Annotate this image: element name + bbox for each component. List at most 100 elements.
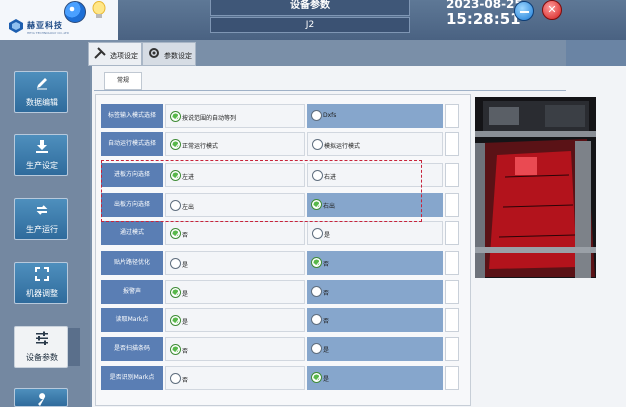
row-end-cap: [445, 251, 459, 275]
logo-subtext: HEYA TECHNOLOGY CO.,LTD: [27, 31, 69, 35]
option-a[interactable]: 否: [165, 221, 305, 245]
option-b[interactable]: 是: [307, 366, 443, 390]
sidebar-item-device-params[interactable]: 设备参数: [14, 326, 68, 368]
sidebar-item-label: 生产运行: [26, 225, 58, 234]
radio-checked-icon[interactable]: [170, 287, 181, 298]
option-label: 是: [324, 232, 331, 239]
option-a[interactable]: 按说范围的自动等列: [165, 104, 305, 128]
radio-unchecked-icon[interactable]: [312, 139, 323, 150]
download-icon: [36, 140, 48, 153]
gear-icon: [149, 48, 159, 58]
subtab-general[interactable]: 常规: [104, 72, 142, 90]
tab-option-settings[interactable]: 选项设定: [88, 42, 142, 66]
option-label: 否: [182, 377, 189, 384]
setting-label: 报警声: [101, 280, 163, 304]
option-label: 是: [182, 291, 189, 298]
camera-preview: [475, 97, 596, 278]
machine-photo: [475, 97, 596, 278]
highlight-frame: [101, 160, 422, 222]
pencil-icon: [37, 78, 47, 90]
option-label: 模拟运行模式: [324, 143, 361, 150]
row-end-cap: [445, 308, 459, 332]
row-end-cap: [445, 163, 459, 187]
radio-unchecked-icon[interactable]: [312, 228, 323, 239]
globe-icon[interactable]: [64, 1, 86, 23]
option-a[interactable]: 是: [165, 251, 305, 275]
setting-label: 通过模式: [101, 221, 163, 245]
time-display: 15:28:51: [446, 10, 521, 28]
option-label: 按说范围的自动等列: [182, 115, 237, 122]
sidebar-item-machine-adjust[interactable]: 机器调整: [14, 262, 68, 304]
sidebar-item-data-edit[interactable]: 数据编辑: [14, 71, 68, 113]
option-label: 否: [323, 290, 330, 297]
option-b[interactable]: 是: [307, 337, 443, 361]
subtab-divider: [94, 90, 566, 91]
bulb-icon[interactable]: [92, 1, 106, 21]
option-label: 否: [323, 318, 330, 325]
sidebar-item-label: 生产设定: [26, 161, 58, 170]
sidebar-item-maintenance[interactable]: [14, 388, 68, 407]
tab-label: 参数设定: [164, 52, 192, 60]
radio-unchecked-icon[interactable]: [170, 258, 181, 269]
sidebar-item-label: 机器调整: [26, 289, 58, 298]
close-button[interactable]: ✕: [542, 0, 562, 20]
option-label: 否: [182, 348, 189, 355]
radio-checked-icon[interactable]: [311, 372, 322, 383]
setting-label: 是否识别Mark点: [101, 366, 163, 390]
sidebar-item-production-run[interactable]: 生产运行: [14, 198, 68, 240]
radio-checked-icon[interactable]: [170, 139, 181, 150]
radio-unchecked-icon[interactable]: [311, 314, 322, 325]
row-end-cap: [445, 280, 459, 304]
row-end-cap: [445, 193, 459, 217]
setting-label: 贴片路径优化: [101, 251, 163, 275]
minimize-button[interactable]: [514, 1, 534, 21]
radio-checked-icon[interactable]: [170, 111, 181, 122]
sidebar-item-label: 数据编辑: [26, 98, 58, 107]
sidebar-item-label: 设备参数: [26, 353, 58, 362]
setting-label: 读取Mark点: [101, 308, 163, 332]
option-label: 正常运行模式: [182, 143, 219, 150]
row-end-cap: [445, 337, 459, 361]
radio-unchecked-icon[interactable]: [311, 286, 322, 297]
header-edge-strip: [566, 40, 626, 66]
wrench-icon: [38, 393, 46, 406]
option-b[interactable]: Dxfs: [307, 104, 443, 128]
option-b[interactable]: 是: [307, 221, 443, 245]
option-a[interactable]: 是: [165, 308, 305, 332]
tab-parameter-settings[interactable]: 参数设定: [142, 42, 196, 66]
row-end-cap: [445, 104, 459, 128]
setting-label: 自动运行模式选择: [101, 132, 163, 156]
option-b[interactable]: 否: [307, 308, 443, 332]
option-label: 是: [323, 376, 330, 383]
radio-checked-icon[interactable]: [170, 228, 181, 239]
radio-checked-icon[interactable]: [170, 344, 181, 355]
option-label: 是: [182, 319, 189, 326]
option-label: 是: [323, 347, 330, 354]
option-a[interactable]: 否: [165, 366, 305, 390]
sliders-icon: [36, 331, 48, 345]
row-end-cap: [445, 366, 459, 390]
radio-checked-icon[interactable]: [311, 257, 322, 268]
option-label: Dxfs: [323, 112, 337, 119]
option-a[interactable]: 否: [165, 337, 305, 361]
logo-area: 赫亚科技 HEYA TECHNOLOGY CO.,LTD: [0, 0, 118, 40]
option-label: 否: [182, 232, 189, 239]
setting-label: 标签输入模式选择: [101, 104, 163, 128]
option-b[interactable]: 否: [307, 280, 443, 304]
radio-checked-icon[interactable]: [170, 315, 181, 326]
page-subtitle: J2: [210, 17, 410, 33]
page-title: 设备参数: [210, 0, 410, 16]
radio-unchecked-icon[interactable]: [311, 110, 322, 121]
radio-unchecked-icon[interactable]: [311, 343, 322, 354]
tab-label: 选项设定: [110, 52, 138, 60]
option-label: 是: [182, 262, 189, 269]
option-b[interactable]: 否: [307, 251, 443, 275]
option-label: 否: [323, 261, 330, 268]
option-b[interactable]: 模拟运行模式: [307, 132, 443, 156]
option-a[interactable]: 正常运行模式: [165, 132, 305, 156]
setting-label: 是否扫描条码: [101, 337, 163, 361]
radio-unchecked-icon[interactable]: [170, 373, 181, 384]
option-a[interactable]: 是: [165, 280, 305, 304]
sidebar-item-production-setup[interactable]: 生产设定: [14, 134, 68, 176]
logo-text: 赫亚科技: [27, 21, 63, 30]
